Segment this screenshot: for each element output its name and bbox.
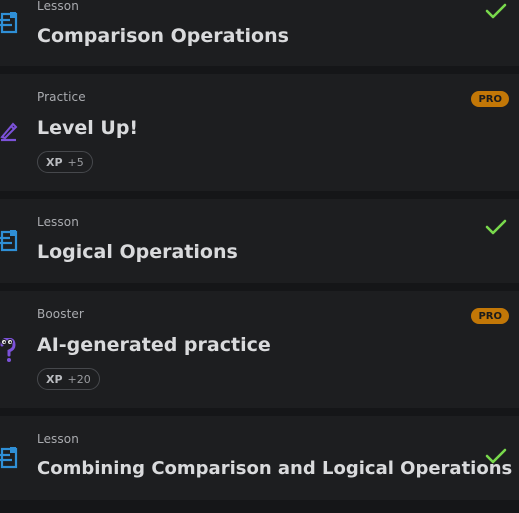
item-kind: Lesson: [37, 432, 79, 446]
lesson-list: Lesson Comparison Operations Practice Le…: [0, 0, 519, 513]
lesson-doc-icon: [0, 12, 18, 34]
item-kind: Lesson: [37, 215, 79, 229]
item-kind: Lesson: [37, 0, 79, 13]
item-kind: Practice: [37, 90, 86, 104]
booster-item[interactable]: Booster AI-generated practice XP +20 PRO: [0, 291, 519, 408]
lesson-doc-icon: [0, 230, 18, 252]
item-title: Level Up!: [37, 117, 139, 139]
completed-check-icon: [485, 219, 507, 235]
item-title: Comparison Operations: [37, 25, 289, 47]
xp-label: XP: [46, 155, 63, 169]
pro-badge: PRO: [471, 308, 509, 324]
xp-reward-chip: XP +5: [37, 151, 93, 173]
lesson-doc-icon: [0, 447, 18, 469]
completed-check-icon: [485, 3, 507, 19]
lesson-item[interactable]: Lesson Comparison Operations: [0, 0, 519, 66]
item-title: Combining Comparison and Logical Operati…: [37, 458, 513, 479]
completed-check-icon: [485, 448, 507, 464]
item-title: Logical Operations: [37, 241, 238, 263]
xp-amount: +5: [67, 155, 84, 169]
lesson-item[interactable]: Lesson Logical Operations: [0, 199, 519, 283]
item-title: AI-generated practice: [37, 334, 271, 356]
xp-reward-chip: XP +20: [37, 368, 100, 390]
xp-amount: +20: [67, 372, 91, 386]
item-kind: Booster: [37, 307, 84, 321]
lesson-item[interactable]: Lesson Combining Comparison and Logical …: [0, 416, 519, 500]
question-booster-icon: [0, 338, 16, 362]
practice-item[interactable]: Practice Level Up! XP +5 PRO: [0, 74, 519, 191]
xp-label: XP: [46, 372, 63, 386]
pro-badge: PRO: [471, 91, 509, 107]
pencil-practice-icon: [0, 122, 18, 142]
